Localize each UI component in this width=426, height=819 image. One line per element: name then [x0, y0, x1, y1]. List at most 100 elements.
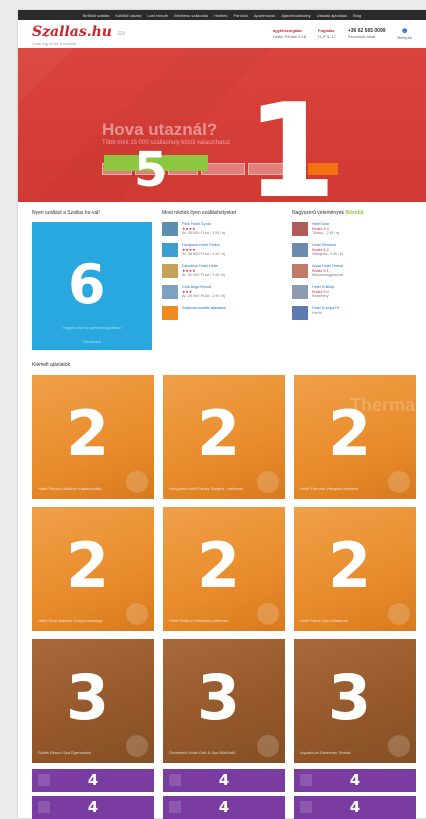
list-item[interactable]: Park Hotel Gyula ★★★★ Ár: 45 000 Ft-tól / …	[162, 222, 282, 238]
hotel-name[interactable]: Szálloda további ajánlatok	[182, 306, 226, 311]
promo-banner[interactable]: 6 Vegyél részt a nyereményjátékon Részle…	[32, 222, 152, 350]
reviews-list: Hotel Azúr Kiváló 9.4 Tihany - 2 fő / éj Ho…	[292, 222, 412, 322]
offer-card[interactable]: 2 Hotel Karos Spa Zalakaros	[294, 507, 416, 631]
info-icon[interactable]	[257, 603, 279, 625]
topnav-item[interactable]: Panziók	[234, 13, 248, 18]
info-icon[interactable]	[126, 603, 148, 625]
topnav-item[interactable]: Hotelek	[214, 13, 228, 18]
language-flag-icon[interactable]: EN	[118, 31, 125, 37]
list-item[interactable]: Hotel Európa Fit Hévíz	[292, 306, 412, 322]
hotel-thumbnail[interactable]	[292, 306, 308, 320]
topnav-item[interactable]: Külföldi utazás	[115, 13, 141, 18]
reviews-more-link[interactable]: Bővebb	[345, 210, 363, 216]
topnav-item[interactable]: Blog	[353, 13, 361, 18]
list-item[interactable]: Aqua Hotel Termál Kiváló 9.1 Mosonmagyaróv…	[292, 264, 412, 280]
region-number-1: 1	[246, 75, 337, 202]
offer-card-caption: Hotel Thermal Visegrád wellness	[300, 486, 359, 491]
topnav-item[interactable]: Last minute	[147, 13, 168, 18]
region-number: 3	[328, 661, 372, 734]
hotel-name[interactable]: Hotel Európa Fit	[312, 306, 339, 311]
topnav-item[interactable]: Wellness szállodák	[174, 13, 208, 18]
mini-offer[interactable]: 4	[294, 796, 416, 819]
list-item[interactable]: Hotel Azúr Kiváló 9.4 Tihany - 2 fő / éj	[292, 222, 412, 238]
facebook-link[interactable]: Facebook oldal	[348, 34, 375, 39]
hotel-thumbnail[interactable]	[162, 285, 178, 299]
info-icon[interactable]	[388, 735, 410, 757]
region-number: 2	[328, 529, 372, 602]
featured-offers: Kiemelt ajánlatok 2 Hotel Palota Lillafür…	[18, 350, 426, 819]
list-item-text: Hunguest Hotel Pelion ★★★★ Ár: 38 500 Ft-t…	[182, 243, 225, 259]
logo-tagline: Csak egy jó hír a belföldi	[32, 40, 76, 46]
topnav-item[interactable]: Ajándékutalvány	[281, 13, 310, 18]
hotel-thumbnail[interactable]	[162, 264, 178, 278]
offer-card[interactable]: 2 Hotel Helikon Keszthely wellness	[163, 507, 285, 631]
info-icon[interactable]	[388, 471, 410, 493]
mini-offer[interactable]: 4	[32, 796, 154, 819]
hotel-name[interactable]: Hotel Kristály	[312, 285, 334, 290]
hotel-thumbnail[interactable]	[162, 306, 178, 320]
recent-views-list: Park Hotel Gyula ★★★★ Ár: 45 000 Ft-tól / …	[162, 222, 282, 322]
topnav-item[interactable]: Belföldi szállás	[83, 13, 109, 18]
hotel-thumbnail[interactable]	[292, 222, 308, 236]
hotel-price: Mosonmagyaróvár	[312, 273, 344, 278]
list-item[interactable]: Hotel Kristály Kiváló 9.0 Keszthely	[292, 285, 412, 301]
hotel-thumbnail[interactable]	[292, 264, 308, 278]
offer-card-caption: Hotel Zenit Balaton Vonyarcvashegy	[38, 618, 103, 623]
region-number-5: 5	[134, 142, 168, 198]
reviews-column: Nagyszerű vélemények Bővebb Hotel Azúr Ki…	[292, 210, 412, 350]
list-item-text: Club Aliga Resort ★★★ Ár: 29 900 Ft-tól / …	[182, 285, 225, 301]
list-item[interactable]: Hunguest Hotel Pelion ★★★★ Ár: 38 500 Ft-t…	[162, 243, 282, 259]
login-button[interactable]: ☻ Belépés	[398, 26, 412, 41]
logo[interactable]: Szallas.hu Csak egy jó hír a belföldi	[32, 23, 112, 46]
topnav-item[interactable]: Apartmanok	[254, 13, 276, 18]
offer-card[interactable]: 3 Saliris Resort Spa Egerszalók	[32, 639, 154, 763]
contact-service[interactable]: ügyfélszolgálat Hétfő–Péntek 9-18	[273, 28, 306, 40]
offer-card[interactable]: 3 Greenfield Hotel Golf & Spa Bükfürdő	[163, 639, 285, 763]
reviews-title: Nagyszerű vélemények Bővebb	[292, 210, 412, 216]
logo-text[interactable]: Szallas.hu	[32, 24, 112, 40]
content-sections: Nyeri szállást a Szallas.hu-val! 6 Vegyé…	[18, 202, 426, 350]
info-icon[interactable]	[126, 471, 148, 493]
region-number: 4	[218, 771, 230, 789]
hotel-thumbnail[interactable]	[292, 243, 308, 257]
offer-icon	[38, 801, 50, 813]
hotel-price: Keszthely	[312, 294, 329, 299]
mini-offer[interactable]: 4	[163, 769, 285, 792]
list-item[interactable]: Szálloda további ajánlatok	[162, 306, 282, 322]
region-number-6: 6	[68, 253, 106, 316]
offer-card[interactable]: 3 Aquaticum Debrecen Termál	[294, 639, 416, 763]
info-icon[interactable]	[388, 603, 410, 625]
page: Belföldi szállás Külföldi utazás Last minu…	[18, 10, 426, 819]
hotel-name[interactable]: Aqua Hotel Termál	[312, 264, 343, 269]
hotel-thumbnail[interactable]	[162, 243, 178, 257]
hotel-price: Ár: 29 900 Ft-tól / 2 fő / éj	[182, 294, 225, 299]
promo-link[interactable]: Részletek	[32, 339, 152, 344]
hotel-thumbnail[interactable]	[292, 285, 308, 299]
phone-block[interactable]: +36 62 565 0099 Facebook oldal	[348, 28, 386, 40]
offer-card[interactable]: 2 Hotel Zenit Balaton Vonyarcvashegy	[32, 507, 154, 631]
mini-offer[interactable]: 4	[294, 769, 416, 792]
list-item[interactable]: Danubius Hotel Helia ★★★★ Ár: 52 000 Ft-tó…	[162, 264, 282, 280]
contact-booking-value: H–P 9–17	[318, 34, 336, 39]
info-icon[interactable]	[257, 735, 279, 757]
hotel-name[interactable]: Hunguest Hotel Pelion	[182, 243, 225, 248]
region-number: 2	[328, 397, 372, 470]
offer-icon	[300, 801, 312, 813]
info-icon[interactable]	[126, 735, 148, 757]
offer-card[interactable]: Thermal 2 Hotel Thermal Visegrád wellness	[294, 375, 416, 499]
list-item-text: Aqua Hotel Termál Kiváló 9.1 Mosonmagyaróv…	[312, 264, 343, 280]
list-item[interactable]: Club Aliga Resort ★★★ Ár: 29 900 Ft-tól / …	[162, 285, 282, 301]
offer-card[interactable]: 2 Hotel Palota Lillafüred Kastélyszálló	[32, 375, 154, 499]
list-item[interactable]: Hotel Silvanus Kiváló 9.2 Visegrád - 2 fő …	[292, 243, 412, 259]
contact-booking[interactable]: Foglalás H–P 9–17	[318, 28, 336, 40]
offer-card-caption: Saliris Resort Spa Egerszalók	[38, 750, 91, 755]
hotel-thumbnail[interactable]	[162, 222, 178, 236]
mini-offer[interactable]: 4	[32, 769, 154, 792]
info-icon[interactable]	[257, 471, 279, 493]
mini-offer[interactable]: 4	[163, 796, 285, 819]
offer-card[interactable]: 2 Hunguest Hotel Forrás Szeged - wellness	[163, 375, 285, 499]
offer-card-caption: Hunguest Hotel Forrás Szeged - wellness	[169, 486, 243, 491]
offer-card-caption: Greenfield Hotel Golf & Spa Bükfürdő	[169, 750, 236, 755]
topnav-item[interactable]: Utazási ajánlatok	[317, 13, 347, 18]
header: Szallas.hu Csak egy jó hír a belföldi EN…	[18, 20, 426, 48]
